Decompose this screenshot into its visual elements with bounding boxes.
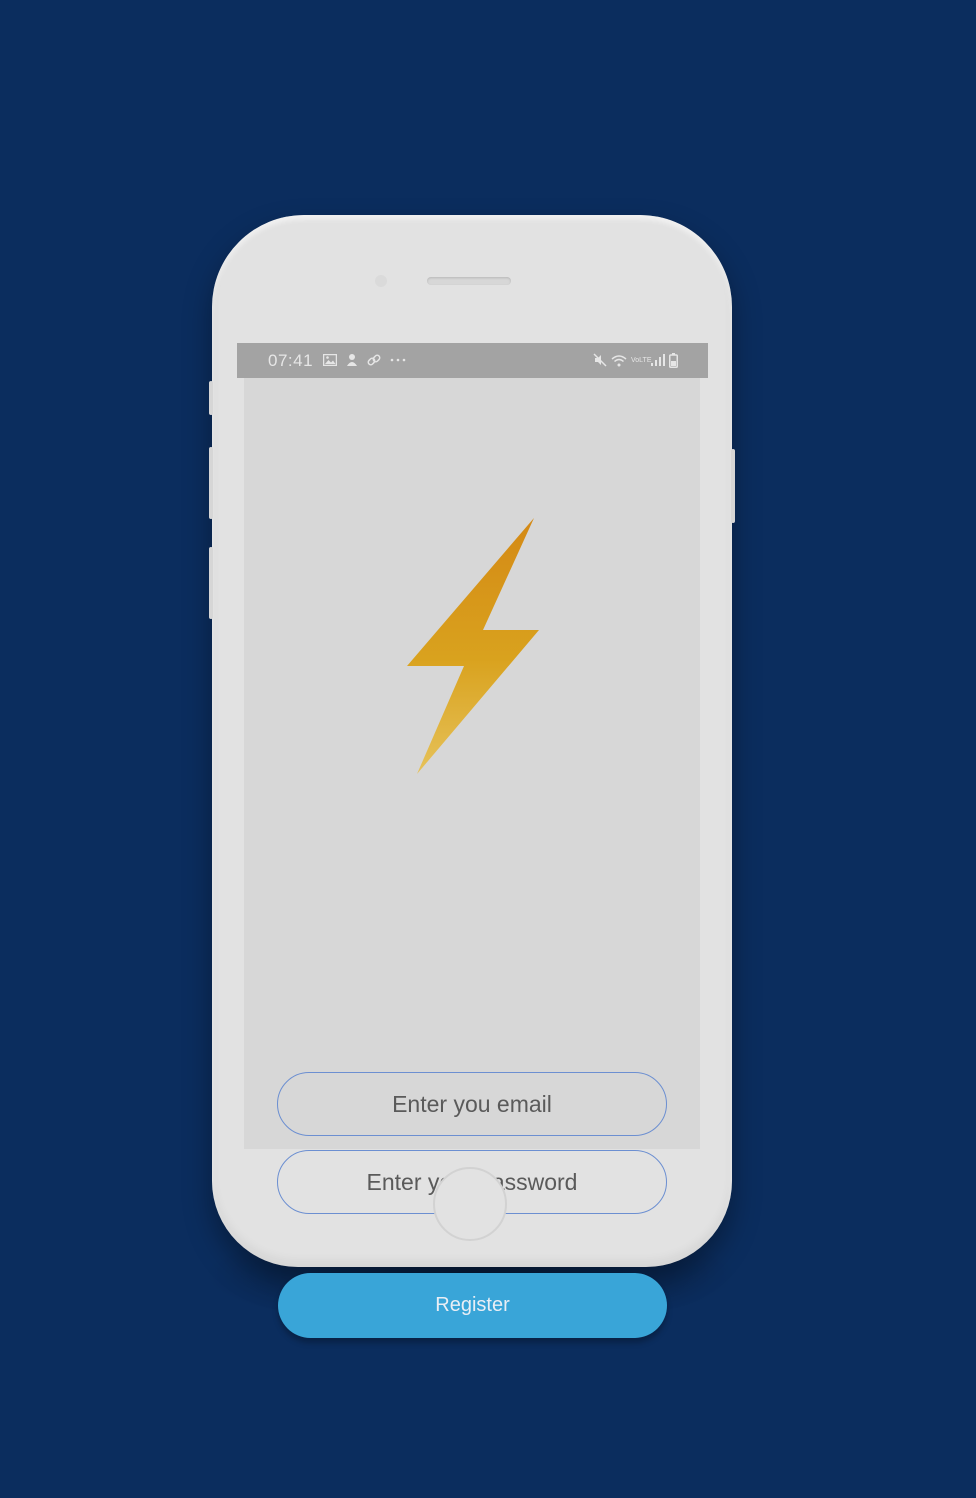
status-right-icons: VoLTE bbox=[593, 350, 678, 370]
status-time: 07:41 bbox=[268, 351, 314, 370]
volte-icon: VoLTE bbox=[631, 356, 652, 364]
phone-mockup: 07:41 VoLTE Enter you email Enter passwo… bbox=[209, 215, 735, 1338]
phone-volume-up bbox=[209, 447, 213, 519]
battery-icon bbox=[669, 352, 678, 368]
notification-icon bbox=[346, 353, 358, 367]
wifi-icon bbox=[611, 354, 627, 367]
status-bar: 07:41 VoLTE bbox=[237, 343, 708, 378]
email-field[interactable]: Enter you email bbox=[277, 1072, 667, 1136]
phone-side-button bbox=[209, 381, 213, 415]
home-button[interactable] bbox=[433, 1167, 507, 1241]
phone-power-button bbox=[731, 449, 735, 523]
app-screen: Enter you email Enter your password Regi… bbox=[244, 378, 700, 1338]
earpiece-speaker bbox=[427, 277, 511, 285]
lightning-bolt-icon bbox=[407, 518, 539, 774]
front-camera bbox=[375, 275, 387, 287]
phone-volume-down bbox=[209, 547, 213, 619]
image-icon bbox=[323, 354, 337, 366]
more-icon bbox=[390, 357, 406, 363]
mute-icon bbox=[593, 353, 607, 367]
register-button[interactable]: Register bbox=[278, 1273, 667, 1338]
email-placeholder: Enter you email bbox=[392, 1090, 552, 1117]
register-button-label: Register bbox=[435, 1294, 510, 1316]
signal-icon bbox=[651, 354, 665, 366]
link-icon bbox=[367, 353, 381, 367]
status-left-icons bbox=[323, 350, 406, 370]
